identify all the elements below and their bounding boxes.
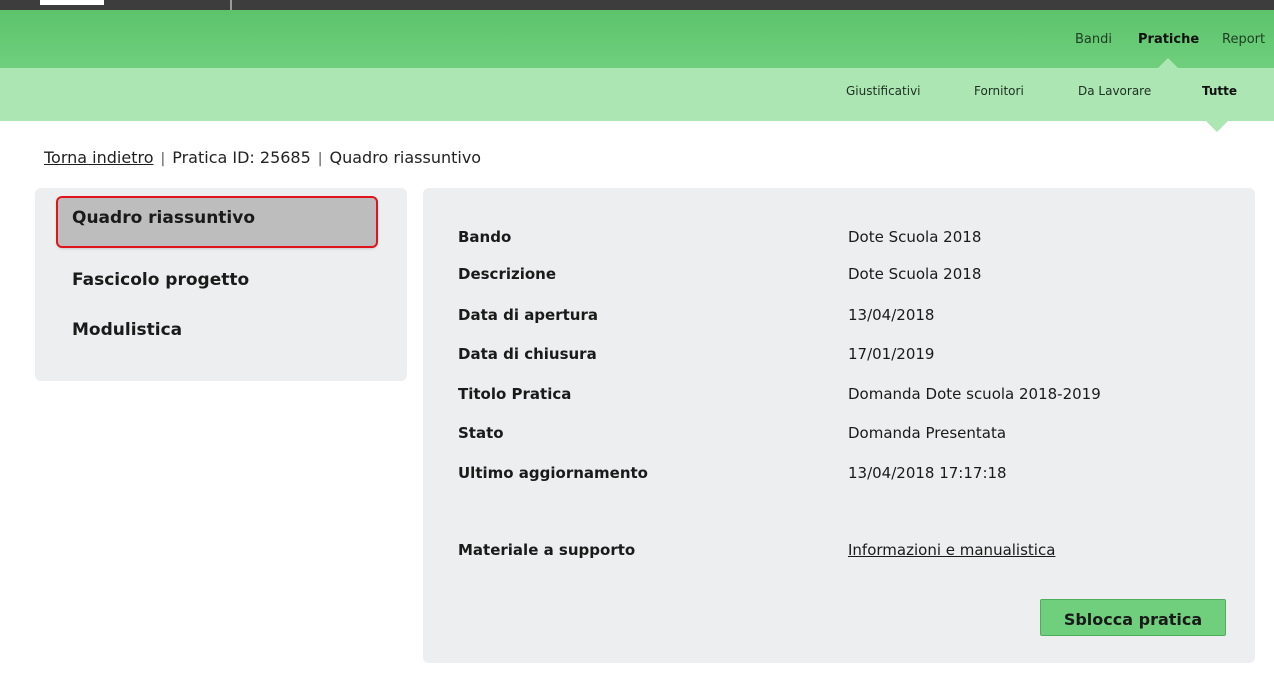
detail-value: Domanda Presentata: [848, 424, 1007, 442]
detail-row: Data di chiusura 17/01/2019: [458, 345, 1238, 373]
unlock-pratica-button[interactable]: Sblocca pratica: [1040, 599, 1226, 636]
top-strip-tab[interactable]: [40, 0, 104, 5]
pratica-id: Pratica ID: 25685: [172, 148, 311, 167]
top-strip: [0, 0, 1274, 10]
detail-row: Data di apertura 13/04/2018: [458, 306, 1238, 334]
top-strip-divider: [230, 0, 232, 10]
detail-label: Descrizione: [458, 265, 557, 283]
sidebar-item-modulistica[interactable]: Modulistica: [72, 320, 182, 340]
summary-panel: Bando Dote Scuola 2018 Descrizione Dote …: [423, 188, 1255, 663]
sidebar: Quadro riassuntivo Fascicolo progetto Mo…: [35, 188, 407, 381]
detail-label: Ultimo aggiornamento: [458, 464, 648, 482]
sidebar-item-quadro-riassuntivo[interactable]: Quadro riassuntivo: [56, 196, 378, 248]
back-link[interactable]: Torna indietro: [44, 148, 154, 167]
detail-label: Titolo Pratica: [458, 385, 572, 403]
nav-item-bandi[interactable]: Bandi: [1075, 32, 1112, 47]
breadcrumb-separator: |: [160, 151, 166, 167]
nav-active-pointer: [1158, 58, 1178, 68]
breadcrumb-separator: |: [317, 151, 323, 167]
detail-value: Dote Scuola 2018: [848, 228, 982, 246]
breadcrumb: Torna indietro | Pratica ID: 25685 | Quadro …: [44, 148, 481, 167]
subnav-item-tutte[interactable]: Tutte: [1202, 84, 1237, 98]
detail-label: Bando: [458, 228, 512, 246]
detail-value: Domanda Dote scuola 2018-2019: [848, 385, 1101, 403]
support-label: Materiale a supporto: [458, 541, 636, 559]
detail-value: 13/04/2018: [848, 306, 935, 324]
detail-row: Descrizione Dote Scuola 2018: [458, 265, 1238, 293]
detail-row: Bando Dote Scuola 2018: [458, 228, 1238, 256]
detail-value: 13/04/2018 17:17:18: [848, 464, 1007, 482]
sub-nav: Giustificativi Fornitori Da Lavorare Tut…: [0, 68, 1274, 132]
detail-row: Titolo Pratica Domanda Dote scuola 2018-…: [458, 385, 1238, 413]
subnav-item-fornitori[interactable]: Fornitori: [974, 84, 1024, 98]
subnav-item-giustificativi[interactable]: Giustificativi: [846, 84, 921, 98]
breadcrumb-current: Quadro riassuntivo: [329, 148, 482, 167]
nav-item-pratiche[interactable]: Pratiche: [1138, 32, 1199, 47]
subnav-active-pointer: [1206, 121, 1228, 132]
detail-label: Stato: [458, 424, 504, 442]
detail-label: Data di chiusura: [458, 345, 597, 363]
subnav-item-da-lavorare[interactable]: Da Lavorare: [1078, 84, 1151, 98]
detail-value: Dote Scuola 2018: [848, 265, 982, 283]
support-row: Materiale a supporto Informazioni e manu…: [458, 541, 1238, 569]
main-nav: Bandi Pratiche Report: [0, 10, 1274, 68]
nav-item-report[interactable]: Report: [1222, 32, 1265, 47]
detail-row: Ultimo aggiornamento 13/04/2018 17:17:18: [458, 464, 1238, 492]
sidebar-item-fascicolo-progetto[interactable]: Fascicolo progetto: [72, 270, 249, 290]
detail-label: Data di apertura: [458, 306, 598, 324]
support-link[interactable]: Informazioni e manualistica: [848, 541, 1055, 559]
detail-row: Stato Domanda Presentata: [458, 424, 1238, 452]
detail-value: 17/01/2019: [848, 345, 935, 363]
